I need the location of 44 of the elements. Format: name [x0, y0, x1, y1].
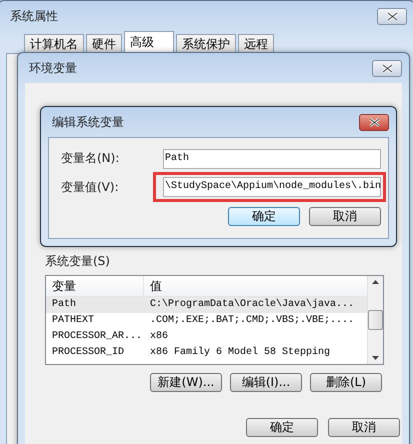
tab[interactable]: 系统保护 [176, 34, 236, 53]
tab[interactable]: 计算机名 [24, 34, 84, 53]
scroll-thumb[interactable] [368, 310, 383, 330]
variable-value: x86 Family 6 Model 58 Stepping [149, 346, 332, 360]
field-label: 变量值(V): [61, 178, 120, 196]
close-icon [386, 12, 398, 20]
input-field[interactable]: Path [163, 148, 381, 168]
column-header[interactable]: 变量 [46, 276, 144, 296]
list-row[interactable]: PROCESSOR_AR... x86 [46, 329, 367, 345]
variable-name: PATHEXT [51, 314, 96, 328]
column-header[interactable]: 值 [144, 276, 367, 296]
down-arrow-icon[interactable] [372, 356, 379, 360]
window-title: 环境变量 [28, 60, 77, 76]
up-arrow-icon[interactable] [372, 280, 379, 284]
dialog-button[interactable]: 确定 [246, 418, 318, 437]
window-title: 编辑系统变量 [51, 114, 124, 130]
list-row[interactable]: PATHEXT .COM;.EXE;.BAT;.CMD;.VBS;.VBE;.... [46, 313, 367, 329]
field-label: 变量名(N): [61, 150, 120, 167]
variable-value: .COM;.EXE;.BAT;.CMD;.VBS;.VBE;.... [149, 314, 356, 328]
scrollbar[interactable] [367, 276, 383, 364]
variable-name: PROCESSOR_ID [51, 346, 126, 360]
input-field[interactable]: \StudySpace\Appium\node_modules\.bin [163, 177, 381, 197]
close-icon [368, 118, 380, 126]
window-title: 系统属性 [9, 8, 58, 24]
list-button[interactable]: 新建(W)... [150, 373, 222, 392]
list-row[interactable]: Path C:\ProgramData\Oracle\Java\java... [46, 297, 367, 313]
tab[interactable]: 高级 [124, 31, 174, 53]
close-icon [382, 64, 392, 72]
dialog-button[interactable]: 确定 [228, 207, 300, 226]
variable-name: PROCESSOR_AR... [51, 330, 144, 344]
variable-value: C:\ProgramData\Oracle\Java\java... [149, 298, 356, 312]
list-row[interactable]: PROCESSOR_ID x86 Family 6 Model 58 Stepping [46, 345, 367, 361]
tab[interactable]: 硬件 [86, 34, 122, 53]
close-button[interactable] [359, 114, 389, 130]
close-button[interactable] [372, 60, 402, 76]
tab[interactable]: 远程 [238, 34, 274, 53]
variable-name: Path [51, 298, 78, 312]
section-label: 系统变量(S) [45, 253, 111, 270]
list-button[interactable]: 编辑(I)... [230, 373, 302, 392]
dialog-button[interactable]: 取消 [309, 207, 381, 226]
list-button[interactable]: 删除(L) [310, 373, 382, 392]
dialog-button[interactable]: 取消 [328, 418, 400, 437]
close-button[interactable] [377, 8, 407, 24]
variable-value: x86 [149, 330, 170, 344]
